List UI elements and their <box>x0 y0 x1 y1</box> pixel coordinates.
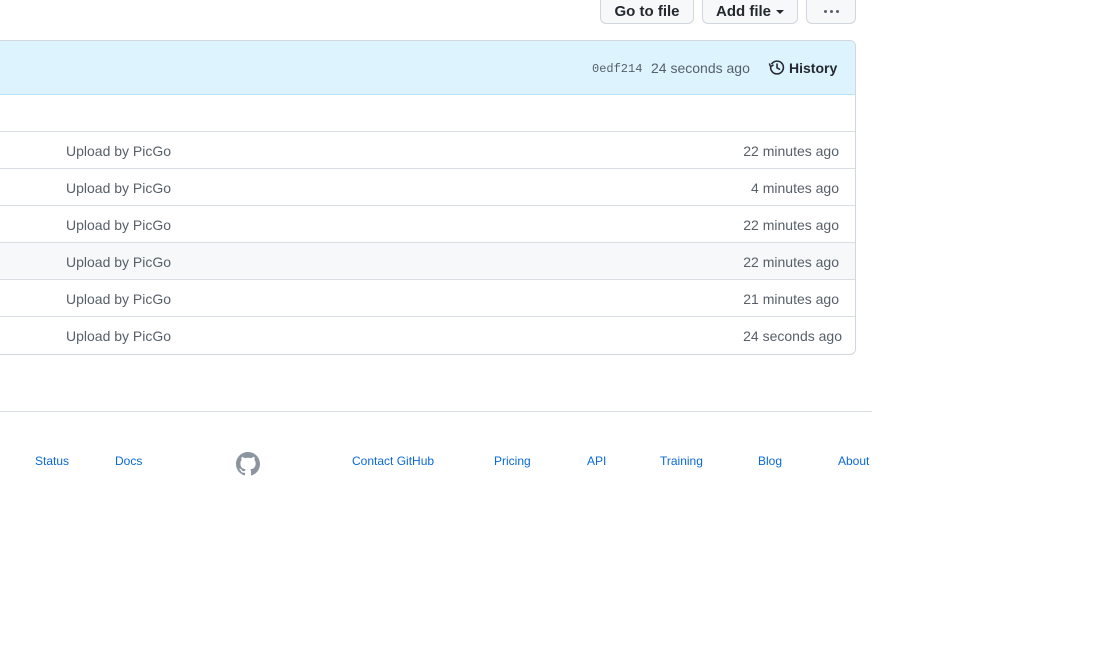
add-file-label: Add file <box>716 3 771 20</box>
add-file-button[interactable]: Add file <box>702 0 798 24</box>
commit-age: 24 seconds ago <box>743 328 842 344</box>
footer-link-api[interactable]: API <box>587 454 606 468</box>
file-list-box: 0edf214 24 seconds ago History Upload by… <box>0 40 856 355</box>
caret-down-icon <box>776 9 784 14</box>
footer-link-about[interactable]: About <box>838 454 869 468</box>
file-row[interactable]: Upload by PicGo 21 minutes ago <box>0 280 855 317</box>
commit-message-link[interactable]: Upload by PicGo <box>66 180 171 196</box>
file-row[interactable]: Upload by PicGo 22 minutes ago <box>0 132 855 169</box>
commit-age: 21 minutes ago <box>743 291 839 307</box>
history-label: History <box>789 59 838 76</box>
commit-age: 22 minutes ago <box>743 254 839 270</box>
commit-message-link[interactable]: Upload by PicGo <box>66 291 171 307</box>
footer-link-pricing[interactable]: Pricing <box>494 454 531 468</box>
commit-sha-link[interactable]: 0edf214 <box>592 62 642 76</box>
go-to-file-button[interactable]: Go to file <box>600 0 694 24</box>
more-options-button[interactable] <box>806 0 856 24</box>
commit-age: 4 minutes ago <box>751 180 839 196</box>
footer-link-blog[interactable]: Blog <box>758 454 782 468</box>
commit-message-link[interactable]: Upload by PicGo <box>66 143 171 159</box>
commit-message-link[interactable]: Upload by PicGo <box>66 217 171 233</box>
commit-message-link[interactable]: Upload by PicGo <box>66 328 171 344</box>
footer-link-docs[interactable]: Docs <box>115 454 142 468</box>
file-row[interactable]: Upload by PicGo 24 seconds ago <box>0 317 855 354</box>
github-mark-icon[interactable] <box>236 452 260 476</box>
commit-time: 24 seconds ago <box>651 60 750 76</box>
parent-directory-row[interactable] <box>0 95 855 132</box>
file-row[interactable]: Upload by PicGo 4 minutes ago <box>0 169 855 206</box>
commit-message-link[interactable]: Upload by PicGo <box>66 254 171 270</box>
footer-divider <box>0 411 872 412</box>
file-row[interactable]: Upload by PicGo 22 minutes ago <box>0 243 855 280</box>
commit-age: 22 minutes ago <box>743 217 839 233</box>
history-link[interactable]: History <box>768 59 837 76</box>
kebab-horizontal-icon <box>823 10 839 13</box>
commit-age: 22 minutes ago <box>743 143 839 159</box>
footer-link-contact[interactable]: Contact GitHub <box>352 454 434 468</box>
go-to-file-label: Go to file <box>614 3 680 20</box>
history-icon <box>768 60 785 75</box>
latest-commit-header: 0edf214 24 seconds ago History <box>0 41 855 95</box>
footer-link-status[interactable]: Status <box>35 454 69 468</box>
file-row[interactable]: Upload by PicGo 22 minutes ago <box>0 206 855 243</box>
footer-link-training[interactable]: Training <box>660 454 703 468</box>
